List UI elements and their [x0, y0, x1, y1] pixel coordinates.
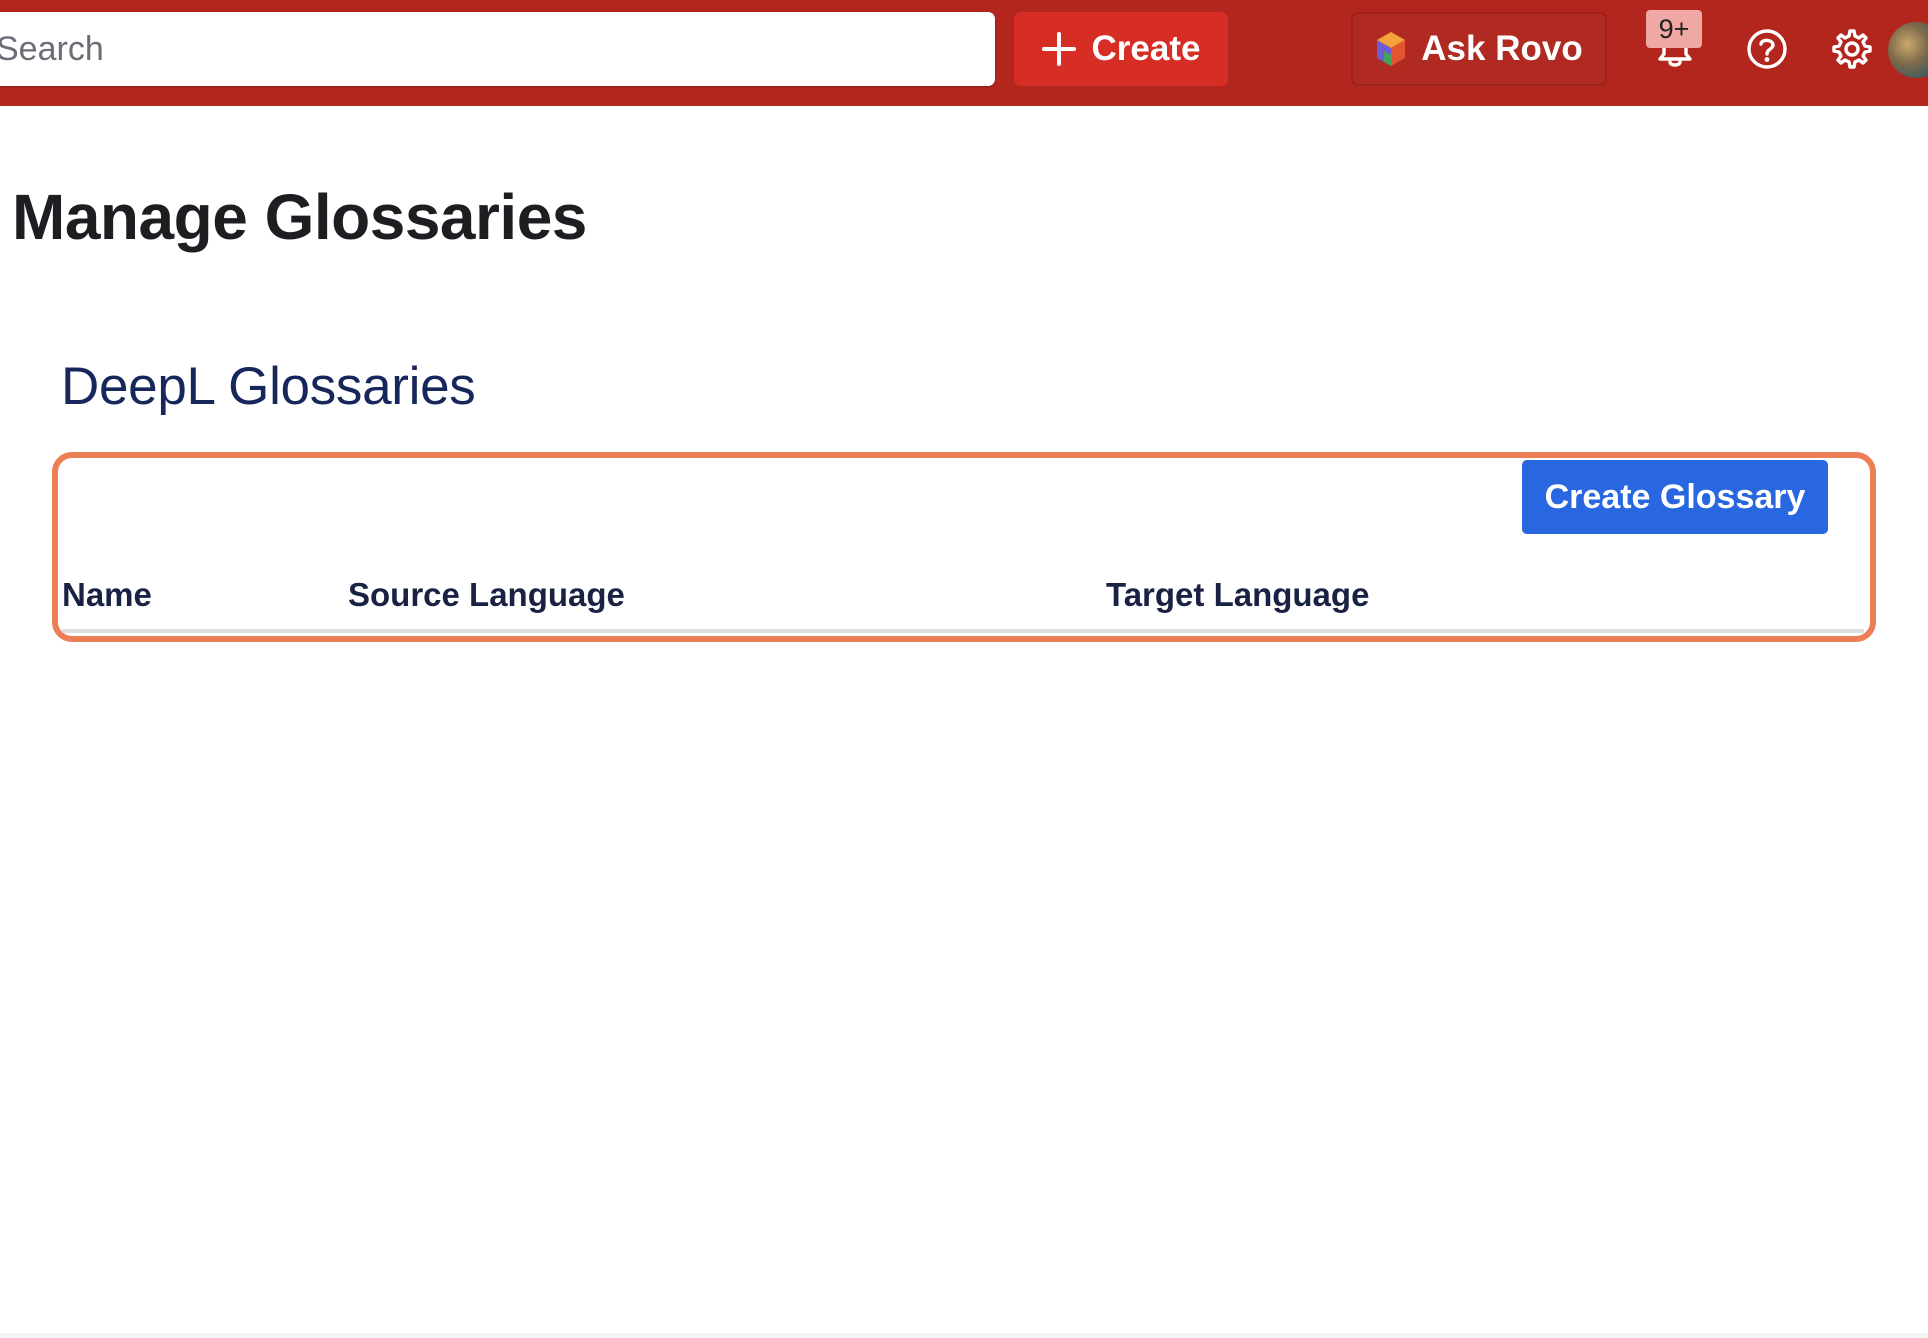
ask-rovo-button[interactable]: Ask Rovo [1351, 12, 1607, 86]
column-header-target-language[interactable]: Target Language [1106, 576, 1369, 614]
page-title: Manage Glossaries [12, 181, 587, 253]
page-bottom-divider [0, 1333, 1928, 1338]
settings-button[interactable] [1825, 22, 1879, 76]
create-glossary-button[interactable]: Create Glossary [1522, 460, 1828, 534]
notifications-badge: 9+ [1646, 10, 1702, 48]
top-navigation-bar: Create Ask Rovo 9+ [0, 0, 1928, 106]
avatar[interactable] [1888, 22, 1928, 78]
table-header-divider [62, 629, 1864, 633]
search-box[interactable] [0, 12, 995, 86]
rovo-logo-icon [1375, 31, 1407, 67]
column-header-source-language[interactable]: Source Language [348, 576, 625, 614]
create-button-label: Create [1091, 29, 1201, 68]
gear-icon [1832, 29, 1872, 69]
search-input[interactable] [0, 12, 995, 86]
create-button[interactable]: Create [1014, 12, 1228, 86]
ask-rovo-label: Ask Rovo [1421, 29, 1583, 68]
help-icon [1747, 29, 1787, 69]
help-button[interactable] [1740, 22, 1794, 76]
plus-icon [1041, 32, 1076, 66]
column-header-name[interactable]: Name [62, 576, 152, 614]
section-title: DeepL Glossaries [61, 357, 476, 416]
